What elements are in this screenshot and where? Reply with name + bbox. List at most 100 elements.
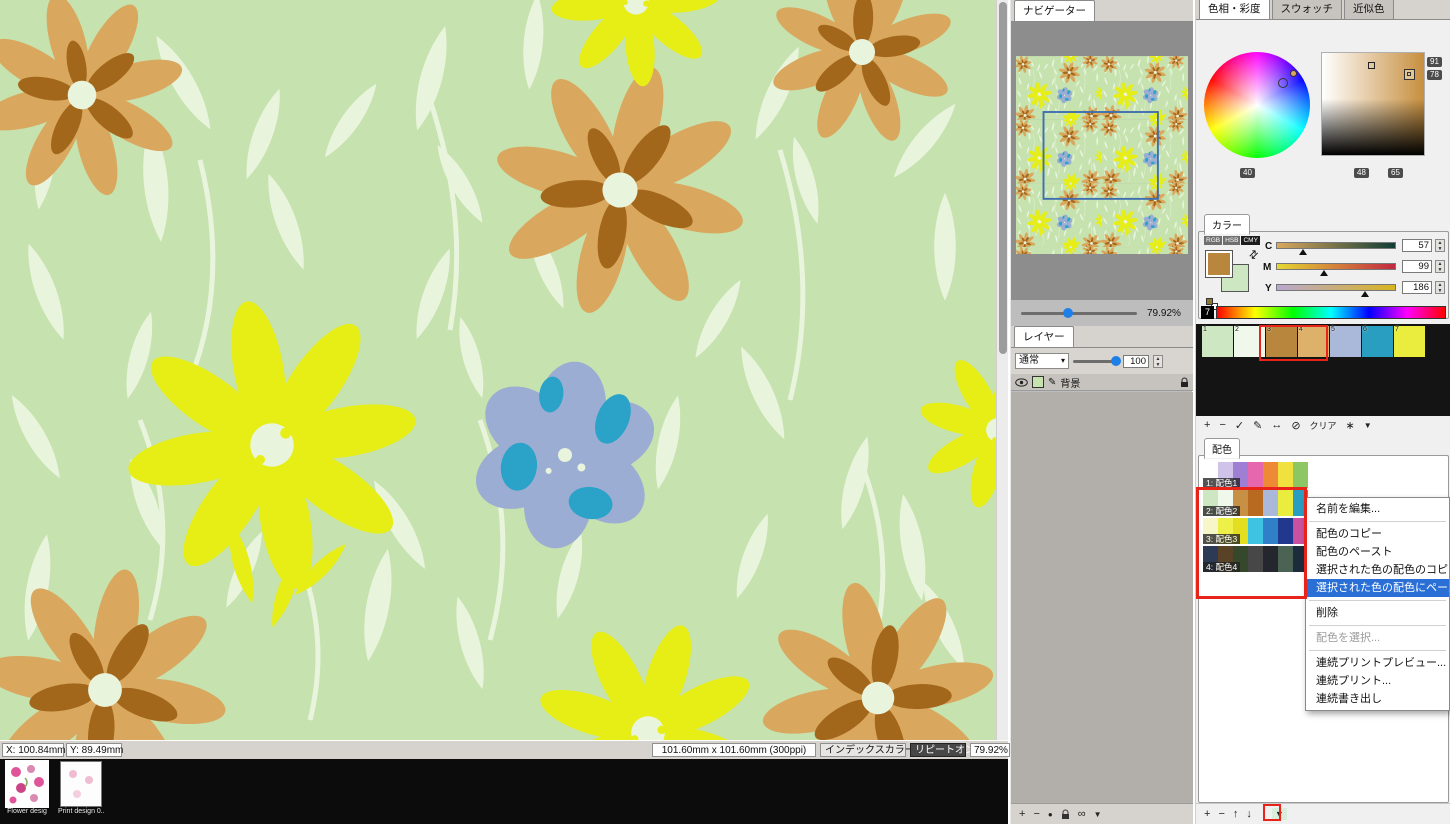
- swap-colors-icon[interactable]: ⇄: [1246, 247, 1262, 263]
- palette-swatch-3[interactable]: 3: [1266, 326, 1297, 357]
- palette-swatch-6[interactable]: 6: [1362, 326, 1393, 357]
- scheme-color: [1248, 490, 1263, 516]
- repeat-on-button[interactable]: リピートオン: [910, 743, 966, 757]
- tab-color[interactable]: カラー: [1204, 214, 1250, 235]
- channel-c-slider[interactable]: [1276, 242, 1396, 249]
- menu-item-copy-selected-colors[interactable]: 選択された色の配色のコピー: [1306, 561, 1449, 579]
- scheme-row-3[interactable]: 3: 配色3: [1203, 518, 1308, 544]
- channel-y-slider[interactable]: [1276, 284, 1396, 291]
- tab-hue-saturation[interactable]: 色相・彩度: [1199, 0, 1270, 19]
- clear-button[interactable]: クリア: [1310, 419, 1337, 432]
- scheme-color: [1263, 462, 1278, 488]
- scheme-row-1[interactable]: 1: 配色1: [1203, 462, 1308, 488]
- layers-menu-button[interactable]: ▼: [1094, 810, 1102, 819]
- palette-swatch-4[interactable]: 4: [1298, 326, 1329, 357]
- layer-lock-icon[interactable]: [1180, 377, 1189, 388]
- scheme-menu-button[interactable]: ▼: [1272, 808, 1287, 820]
- special-color-button[interactable]: ∗: [1346, 419, 1355, 432]
- layer-row-background[interactable]: ✎ 背景: [1011, 374, 1193, 391]
- scheme-color: [1263, 490, 1278, 516]
- add-color-button[interactable]: +: [1204, 419, 1210, 431]
- layer-thumbnail[interactable]: [1032, 376, 1044, 388]
- add-scheme-button[interactable]: +: [1204, 808, 1210, 820]
- menu-item-paste-scheme[interactable]: 配色のペースト: [1306, 543, 1449, 561]
- palette-menu-button[interactable]: ▼: [1364, 421, 1372, 430]
- palette-swatch-5[interactable]: 5: [1330, 326, 1361, 357]
- opacity-slider-handle[interactable]: [1111, 356, 1121, 366]
- zoom-slider-handle[interactable]: [1063, 308, 1073, 318]
- doc-thumbnail-print-design[interactable]: Print design 0...: [58, 762, 104, 816]
- wheel-marker-dot[interactable]: [1290, 70, 1297, 77]
- layer-visibility-eye-icon[interactable]: [1015, 378, 1028, 387]
- tab-navigator[interactable]: ナビゲーター: [1014, 0, 1095, 21]
- link-layers-button[interactable]: ∞: [1078, 808, 1086, 820]
- mode-rgb-button[interactable]: RGB: [1204, 236, 1222, 245]
- remove-color-button[interactable]: −: [1219, 419, 1225, 431]
- remove-scheme-button[interactable]: −: [1218, 808, 1224, 820]
- apply-check-button[interactable]: ✓: [1235, 419, 1244, 432]
- navigator-preview[interactable]: [1011, 22, 1193, 300]
- navigator-thumbnail[interactable]: [1016, 56, 1188, 254]
- palette-swatch-7[interactable]: 7: [1394, 326, 1425, 357]
- sv-marker-square[interactable]: [1368, 62, 1375, 69]
- menu-item-continuous-print-preview[interactable]: 連続プリントプレビュー...: [1306, 654, 1449, 672]
- move-scheme-up-button[interactable]: ↑: [1233, 808, 1239, 820]
- channel-c-stepper[interactable]: ▲▼: [1435, 239, 1445, 252]
- scheme-color: [1278, 546, 1293, 572]
- scrollbar-thumb[interactable]: [999, 2, 1007, 354]
- palette-swatch-2[interactable]: 2: [1234, 326, 1265, 357]
- add-layer-button[interactable]: +: [1019, 808, 1025, 820]
- blend-mode-select[interactable]: 通常▾: [1015, 353, 1069, 369]
- channel-y-value[interactable]: 186: [1402, 281, 1432, 294]
- scheme-label: 3: 配色3: [1203, 534, 1240, 544]
- delete-layer-button[interactable]: −: [1033, 808, 1039, 820]
- tab-similar-colors[interactable]: 近似色: [1344, 0, 1394, 19]
- channel-m-slider[interactable]: [1276, 263, 1396, 270]
- mode-cmy-button[interactable]: CMY: [1241, 236, 1259, 245]
- canvas-area[interactable]: [0, 0, 996, 740]
- channel-y-stepper[interactable]: ▲▼: [1435, 281, 1445, 294]
- palette-swatch-1[interactable]: 1: [1202, 326, 1233, 357]
- layer-effect-button[interactable]: ●: [1048, 810, 1053, 819]
- layer-opacity-slider[interactable]: [1073, 360, 1119, 363]
- middle-panel-column: ナビゲーター 79.92% レイヤー 通常▾ 100 ▲▼ ✎: [1010, 0, 1192, 824]
- disable-color-button[interactable]: ⊘: [1291, 419, 1300, 432]
- opacity-stepper[interactable]: ▲▼: [1153, 355, 1163, 368]
- menu-item-paste-to-selected-colors[interactable]: 選択された色の配色にペースト: [1306, 579, 1449, 597]
- canvas-scrollbar[interactable]: [996, 0, 1008, 740]
- swap-color-button[interactable]: ↔: [1271, 419, 1282, 431]
- doc-thumbnail-flower-design[interactable]: Flower desig: [4, 762, 50, 816]
- menu-item-delete[interactable]: 削除: [1306, 604, 1449, 622]
- navigator-zoom-slider[interactable]: [1021, 312, 1137, 315]
- channel-m-stepper[interactable]: ▲▼: [1435, 260, 1445, 273]
- color-wheel[interactable]: [1204, 52, 1310, 158]
- scheme-color: [1248, 546, 1263, 572]
- channel-m-value[interactable]: 99: [1402, 260, 1432, 273]
- menu-item-edit-name[interactable]: 名前を編集...: [1306, 500, 1449, 518]
- foreground-color-swatch[interactable]: [1205, 250, 1233, 278]
- tab-schemes[interactable]: 配色: [1204, 438, 1240, 459]
- move-scheme-down-button[interactable]: ↓: [1246, 808, 1252, 820]
- pattern-canvas[interactable]: [0, 0, 996, 740]
- tab-swatches[interactable]: スウォッチ: [1272, 0, 1343, 19]
- tab-layers[interactable]: レイヤー: [1014, 326, 1074, 347]
- sv-marker-box-icon[interactable]: [1404, 69, 1415, 80]
- index-count-badge: 7: [1201, 306, 1214, 319]
- scheme-row-2[interactable]: 2: 配色2: [1203, 490, 1308, 516]
- wheel-marker-ring[interactable]: [1278, 78, 1288, 88]
- menu-item-continuous-export[interactable]: 連続書き出し: [1306, 690, 1449, 708]
- edit-color-button[interactable]: ✎: [1253, 419, 1262, 432]
- channel-c-value[interactable]: 57: [1402, 239, 1432, 252]
- scheme-row-4[interactable]: 4: 配色4: [1203, 546, 1308, 572]
- saturation-value-square[interactable]: [1321, 52, 1425, 156]
- zoom-readout[interactable]: 79.92%: [970, 743, 1010, 757]
- layers-empty-area: [1011, 392, 1193, 803]
- lock-button-icon[interactable]: [1061, 809, 1070, 820]
- layer-opacity-value[interactable]: 100: [1123, 355, 1149, 368]
- menu-item-copy-scheme[interactable]: 配色のコピー: [1306, 525, 1449, 543]
- hue-spectrum-bar[interactable]: [1216, 306, 1446, 319]
- index-color-button[interactable]: インデックスカラー: [820, 743, 906, 757]
- mode-hsb-button[interactable]: HSB: [1223, 236, 1240, 245]
- menu-item-continuous-print[interactable]: 連続プリント...: [1306, 672, 1449, 690]
- layer-name[interactable]: 背景: [1060, 375, 1080, 390]
